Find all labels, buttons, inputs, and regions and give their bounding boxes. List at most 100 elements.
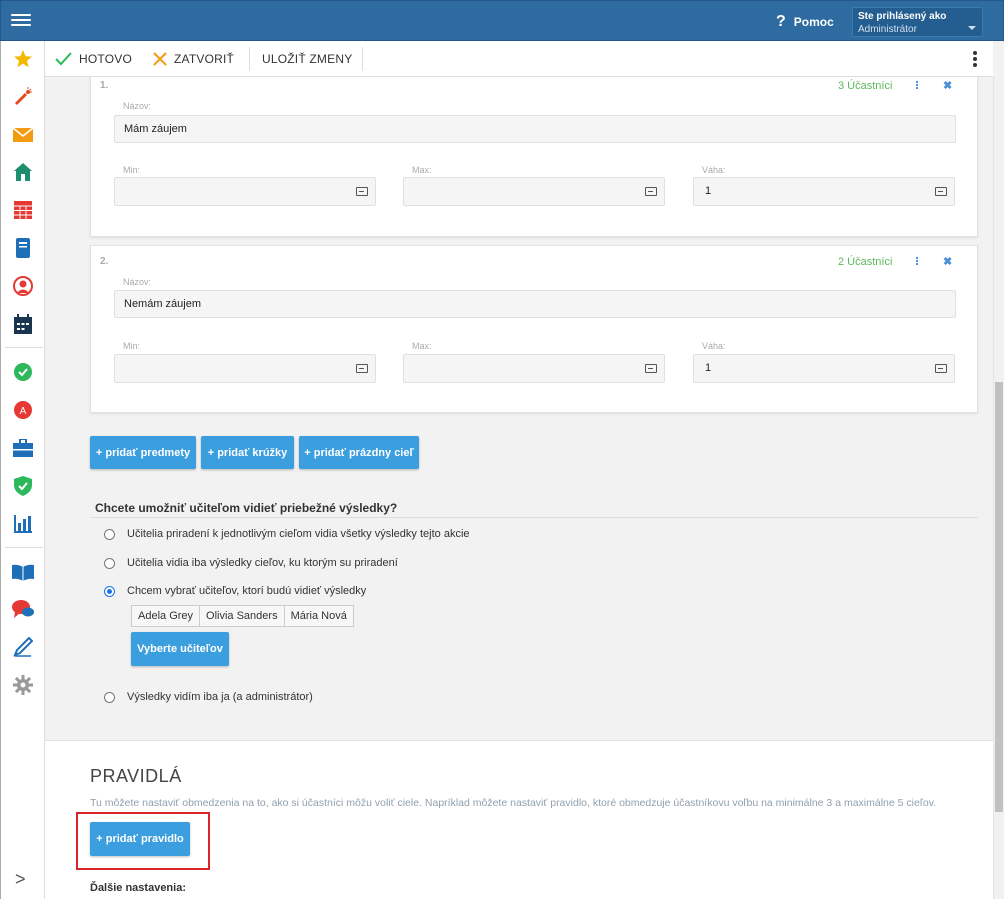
visibility-option-2[interactable]: Učitelia vidia iba výsledky cieľov, ku k…: [104, 557, 398, 569]
more-settings-heading: Ďalšie nastavenia:: [90, 882, 186, 894]
hamburger-menu-icon[interactable]: [11, 11, 31, 29]
input-field-icon: [935, 364, 947, 373]
add-empty-goal-button[interactable]: + pridať prázdny cieľ: [299, 436, 419, 469]
user-dropdown[interactable]: Ste prihlásený ako Administrátor: [852, 7, 983, 37]
close-button[interactable]: ZATVORIŤ: [153, 41, 234, 77]
add-rule-button[interactable]: + pridať pravidlo: [90, 822, 190, 856]
envelope-icon[interactable]: [12, 124, 34, 146]
radio-button[interactable]: [104, 557, 115, 569]
radio-button-selected[interactable]: [104, 585, 115, 597]
sidebar-divider: [5, 547, 43, 548]
star-icon[interactable]: [12, 48, 34, 70]
input-field-icon: [356, 364, 368, 373]
magic-wand-icon[interactable]: [12, 86, 34, 108]
max-label: Max:: [412, 341, 432, 351]
name-label: Názov:: [123, 101, 152, 111]
close-label: ZATVORIŤ: [174, 52, 235, 66]
max-input[interactable]: [403, 354, 665, 383]
visibility-option-3[interactable]: Chcem vybrať učiteľov, ktorí budú vidieť…: [104, 585, 366, 597]
briefcase-icon[interactable]: [12, 437, 34, 459]
participants-link[interactable]: 3 Účastníci: [838, 80, 892, 92]
toolbar: HOTOVO ZATVORIŤ ULOŽIŤ ZMENY: [45, 41, 993, 77]
remove-goal-icon[interactable]: ✖: [943, 255, 952, 268]
more-options-icon[interactable]: [973, 51, 977, 69]
rules-panel: PRAVIDLÁ Tu môžete nastaviť obmedzenia n…: [45, 740, 993, 899]
goal-card: 2. 2 Účastníci ✖ Názov: Nemám záujem Min…: [90, 245, 978, 413]
input-field-icon: [356, 187, 368, 196]
user-line1: Ste prihlásený ako: [858, 11, 947, 22]
shield-check-icon[interactable]: [12, 475, 34, 497]
min-input[interactable]: [114, 354, 376, 383]
checkmark-icon: [55, 52, 72, 66]
teacher-chip[interactable]: Adela Grey: [131, 605, 201, 627]
rules-title: PRAVIDLÁ: [90, 766, 182, 786]
bar-chart-icon[interactable]: [12, 513, 34, 535]
weight-input[interactable]: 1: [693, 354, 955, 383]
pen-icon[interactable]: [12, 636, 34, 658]
weight-value: 1: [705, 185, 712, 197]
weight-input[interactable]: 1: [693, 177, 955, 206]
select-teachers-button[interactable]: Vyberte učiteľov: [131, 632, 229, 666]
input-field-icon: [645, 187, 657, 196]
visibility-option-1[interactable]: Učitelia priradení k jednotlivým cieľom …: [104, 528, 470, 540]
goal-name-input[interactable]: Nemám záujem: [114, 290, 956, 318]
add-clubs-button[interactable]: + pridať krúžky: [201, 436, 294, 469]
help-label: Pomoc: [793, 15, 834, 29]
section-divider: [90, 517, 978, 518]
min-label: Min:: [123, 341, 141, 351]
selected-teachers: Adela Grey Olivia Sanders Mária Nová: [131, 605, 354, 627]
visibility-question: Chcete umožniť učiteľom vidieť priebežné…: [95, 501, 398, 515]
goal-name-input[interactable]: Mám záujem: [114, 115, 956, 143]
option-label: Výsledky vidím iba ja (a administrátor): [127, 691, 313, 703]
svg-text:A: A: [20, 406, 27, 417]
home-icon[interactable]: [12, 161, 34, 183]
toolbar-divider: [362, 47, 363, 71]
weight-label: Váha:: [702, 165, 726, 175]
goal-menu-icon[interactable]: [914, 257, 920, 266]
chat-icon[interactable]: [12, 598, 34, 620]
goal-card: 1. 3 Účastníci ✖ Názov: Mám záujem Min: …: [90, 77, 978, 237]
top-bar: ? Pomoc Ste prihlásený ako Administrátor: [0, 0, 1004, 41]
expand-sidebar-chevron-icon[interactable]: >: [15, 869, 26, 890]
help-button[interactable]: ? Pomoc: [776, 13, 834, 31]
min-label: Min:: [123, 165, 141, 175]
radio-button[interactable]: [104, 528, 115, 540]
remove-goal-icon[interactable]: ✖: [943, 79, 952, 92]
option-label: Chcem vybrať učiteľov, ktorí budú vidieť…: [127, 585, 367, 597]
schedule-icon[interactable]: [12, 313, 34, 335]
done-button[interactable]: HOTOVO: [55, 41, 132, 77]
goal-number: 1.: [100, 80, 109, 91]
visibility-option-4[interactable]: Výsledky vidím iba ja (a administrátor): [104, 691, 313, 703]
scrollbar-thumb[interactable]: [995, 382, 1003, 812]
done-label: HOTOVO: [79, 52, 132, 66]
save-changes-button[interactable]: ULOŽIŤ ZMENY: [262, 41, 352, 77]
weight-label: Váha:: [702, 341, 726, 351]
weight-value: 1: [705, 362, 712, 374]
input-field-icon: [645, 364, 657, 373]
scrollbar[interactable]: [993, 77, 1004, 899]
rules-description: Tu môžete nastaviť obmedzenia na to, ako…: [90, 797, 937, 809]
teacher-chip[interactable]: Mária Nová: [283, 605, 354, 627]
calendar-grid-icon[interactable]: [12, 199, 34, 221]
user-icon[interactable]: [12, 275, 34, 297]
question-icon: ?: [776, 13, 786, 30]
notebook-icon[interactable]: [12, 237, 34, 259]
radio-button[interactable]: [104, 691, 115, 703]
goal-menu-icon[interactable]: [914, 81, 920, 90]
main-content: 1. 3 Účastníci ✖ Názov: Mám záujem Min: …: [45, 77, 993, 899]
toolbar-divider: [249, 47, 250, 71]
name-label: Názov:: [123, 277, 152, 287]
open-book-icon[interactable]: [12, 561, 34, 583]
teacher-chip[interactable]: Olivia Sanders: [199, 605, 285, 627]
participants-link[interactable]: 2 Účastníci: [838, 256, 892, 268]
gear-icon[interactable]: [12, 674, 34, 696]
plus-badge-icon[interactable]: A: [12, 399, 34, 421]
add-subjects-button[interactable]: + pridať predmety: [90, 436, 196, 469]
sidebar-divider: [5, 347, 43, 348]
check-badge-icon[interactable]: [12, 361, 34, 383]
close-x-icon: [153, 52, 167, 66]
user-role: Administrátor: [858, 24, 917, 35]
min-input[interactable]: [114, 177, 376, 206]
caret-down-icon: [968, 26, 976, 30]
max-input[interactable]: [403, 177, 665, 206]
